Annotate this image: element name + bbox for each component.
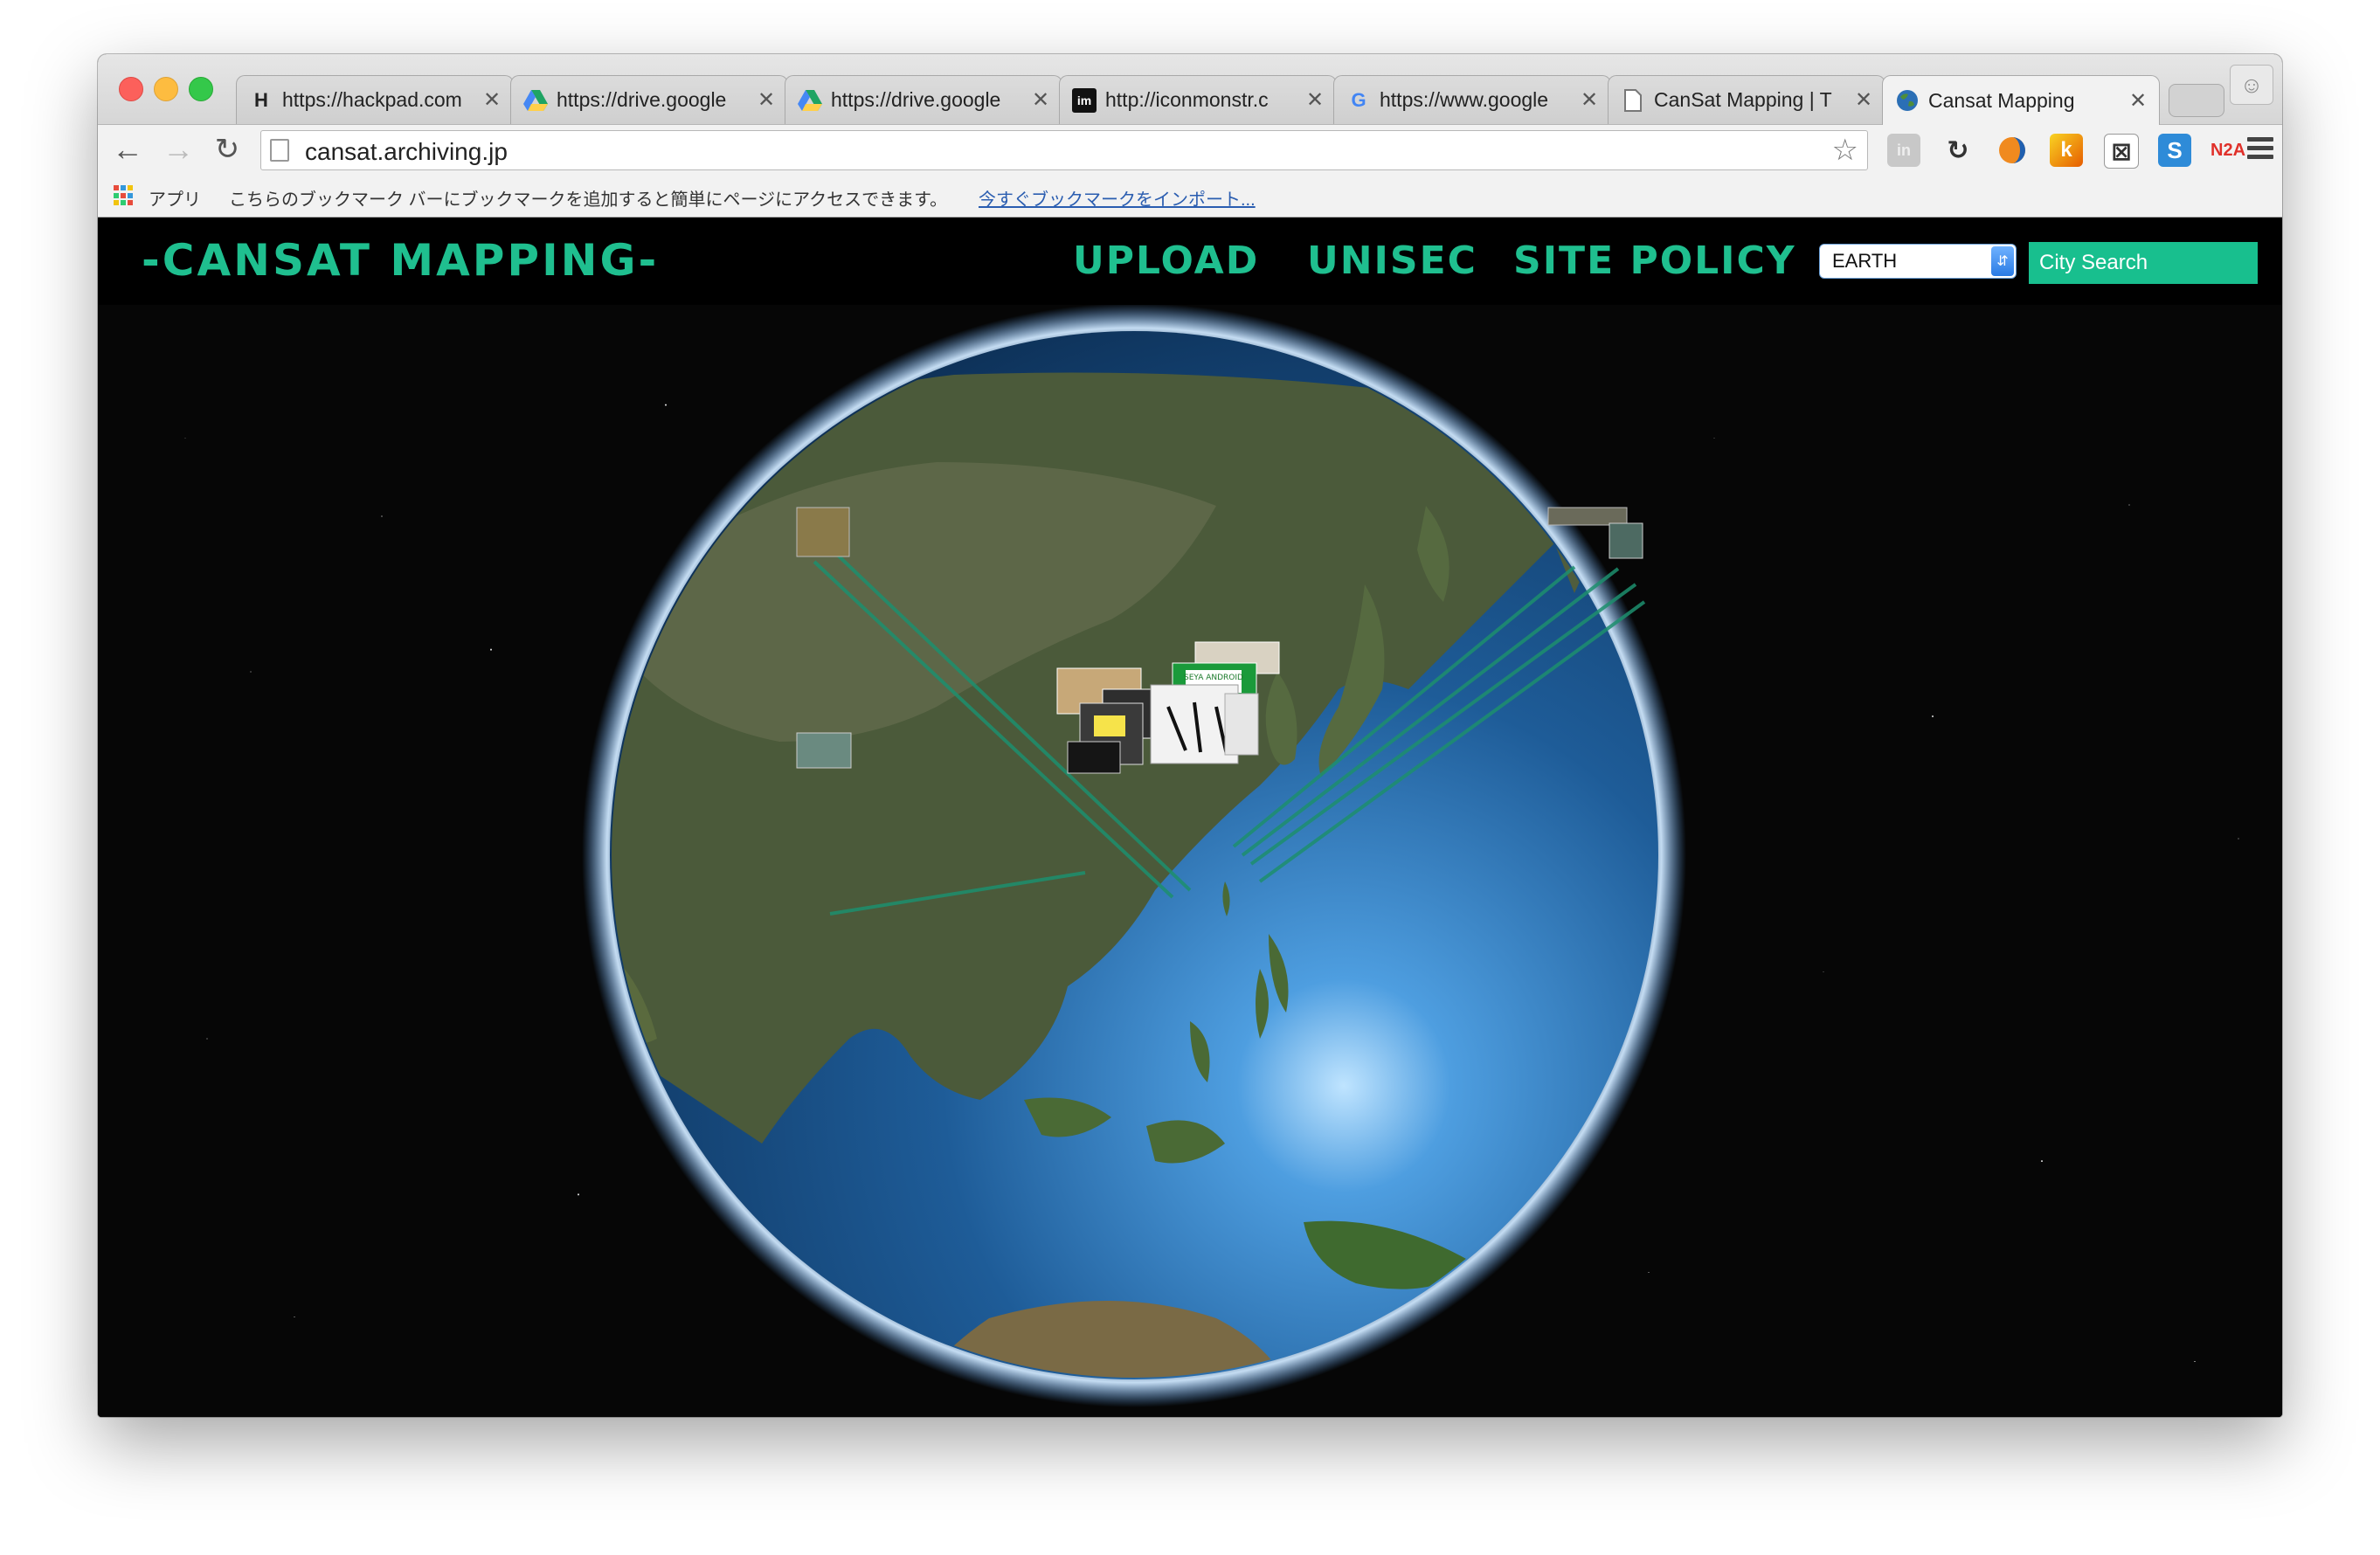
tab-close-icon[interactable]: ✕ xyxy=(756,87,777,113)
new-tab-button[interactable] xyxy=(2169,84,2224,117)
hackpad-icon: H xyxy=(254,88,268,111)
profile-icon[interactable]: ☺ xyxy=(2230,65,2273,105)
tab-label: https://drive.google xyxy=(831,88,1001,111)
tab-label: https://www.google xyxy=(1380,88,1549,111)
bookmarks-hint-text: こちらのブックマーク バーにブックマークを追加すると簡単にページにアクセスできま… xyxy=(229,190,948,210)
tab-cansat-doc[interactable]: CanSat Mapping | T ✕ xyxy=(1608,75,1885,124)
photo-marker[interactable] xyxy=(1609,522,1643,559)
url-text: cansat.archiving.jp xyxy=(305,138,508,165)
bookmark-star-icon[interactable]: ☆ xyxy=(1832,133,1858,168)
photo-marker[interactable] xyxy=(796,732,852,769)
tab-close-icon[interactable]: ✕ xyxy=(1579,87,1600,113)
linkedin-ext-icon[interactable]: in xyxy=(1887,134,1920,167)
city-search-input[interactable] xyxy=(2029,242,2258,284)
nav-unisec[interactable]: UNISEC xyxy=(1307,238,1477,283)
iconmonstr-icon: im xyxy=(1072,87,1097,113)
tab-close-icon[interactable]: ✕ xyxy=(1853,87,1874,113)
tab-label: CanSat Mapping | T xyxy=(1654,88,1832,111)
tab-label: https://drive.google xyxy=(557,88,727,111)
google-icon: G xyxy=(1351,88,1366,111)
tab-hackpad[interactable]: H https://hackpad.com ✕ xyxy=(236,75,514,124)
tab-drive-2[interactable]: https://drive.google ✕ xyxy=(785,75,1062,124)
browser-toolbar: ← → ↻ cansat.archiving.jp ☆ in ↻ k ⊠ S N… xyxy=(98,124,2282,176)
nav-upload[interactable]: UPLOAD xyxy=(1073,238,1259,283)
photo-marker-text: SEYA ANDROID xyxy=(1184,674,1243,682)
tab-iconmonstr[interactable]: im http://iconmonstr.c ✕ xyxy=(1059,75,1337,124)
globe-viewport[interactable]: SEYA ANDROID xyxy=(98,218,2282,1417)
s-ext-icon[interactable]: S xyxy=(2158,134,2191,167)
planet-select-value: EARTH xyxy=(1832,250,1898,272)
sync-ext-icon[interactable]: ↻ xyxy=(1941,134,1975,167)
site-logo[interactable]: -CANSAT MAPPING- xyxy=(142,235,659,286)
tab-drive-1[interactable]: https://drive.google ✕ xyxy=(510,75,788,124)
web-page: SEYA ANDROID -CANSAT MAPPING- UPLOAD UNI… xyxy=(98,218,2282,1417)
window-minimize-button[interactable] xyxy=(154,77,178,101)
back-arrow-icon[interactable]: ← xyxy=(110,131,145,167)
chrome-menu-icon[interactable] xyxy=(2247,137,2273,163)
google-drive-icon xyxy=(523,88,548,113)
tab-close-icon[interactable]: ✕ xyxy=(1304,87,1325,113)
google-drive-icon xyxy=(798,88,822,113)
address-bar[interactable]: cansat.archiving.jp ☆ xyxy=(260,130,1868,170)
box-ext-icon[interactable]: ⊠ xyxy=(2104,134,2139,169)
document-icon xyxy=(1621,88,1645,113)
window-maximize-button[interactable] xyxy=(189,77,213,101)
nav-site-policy[interactable]: SITE POLICY xyxy=(1513,238,1796,283)
photo-marker[interactable] xyxy=(1067,741,1121,774)
tab-label: https://hackpad.com xyxy=(282,88,462,111)
tab-strip: H https://hackpad.com ✕ https://drive.go… xyxy=(98,54,2282,125)
reload-icon[interactable]: ↻ xyxy=(210,132,245,167)
forward-arrow-icon[interactable]: → xyxy=(161,131,196,167)
window-close-button[interactable] xyxy=(119,77,143,101)
bookmarks-bar: アプリ こちらのブックマーク バーにブックマークを追加すると簡単にページにアクセ… xyxy=(98,175,2282,218)
globe-icon xyxy=(1895,88,1920,113)
site-header: -CANSAT MAPPING- UPLOAD UNISEC SITE POLI… xyxy=(98,218,2282,305)
tab-cansat-mapping[interactable]: Cansat Mapping ✕ xyxy=(1882,75,2160,125)
apps-grid-icon[interactable] xyxy=(114,185,135,206)
n2a-ext-icon[interactable]: N2A xyxy=(2210,134,2245,167)
photo-marker[interactable] xyxy=(1224,693,1259,756)
globe-svg: SEYA ANDROID xyxy=(582,303,1686,1407)
page-icon xyxy=(270,139,289,162)
apps-bookmark[interactable]: アプリ xyxy=(149,185,201,211)
tab-label: Cansat Mapping xyxy=(1928,88,2075,112)
tab-close-icon[interactable]: ✕ xyxy=(1030,87,1051,113)
photo-marker[interactable] xyxy=(1547,507,1628,526)
planet-select[interactable]: EARTH ⇵ xyxy=(1819,244,2017,279)
color-ext-icon[interactable] xyxy=(1996,134,2029,167)
tab-label: http://iconmonstr.c xyxy=(1105,88,1269,111)
browser-window: H https://hackpad.com ✕ https://drive.go… xyxy=(98,54,2282,1417)
select-arrows-icon: ⇵ xyxy=(1991,246,2014,276)
k-ext-icon[interactable]: k xyxy=(2050,134,2083,167)
photo-marker[interactable] xyxy=(796,507,850,557)
tab-close-icon[interactable]: ✕ xyxy=(481,87,502,113)
photo-marker[interactable] xyxy=(1094,715,1125,736)
tab-google[interactable]: G https://www.google ✕ xyxy=(1333,75,1611,124)
tab-close-icon[interactable]: ✕ xyxy=(2127,88,2148,114)
import-bookmarks-link[interactable]: 今すぐブックマークをインポート... xyxy=(979,185,1256,211)
